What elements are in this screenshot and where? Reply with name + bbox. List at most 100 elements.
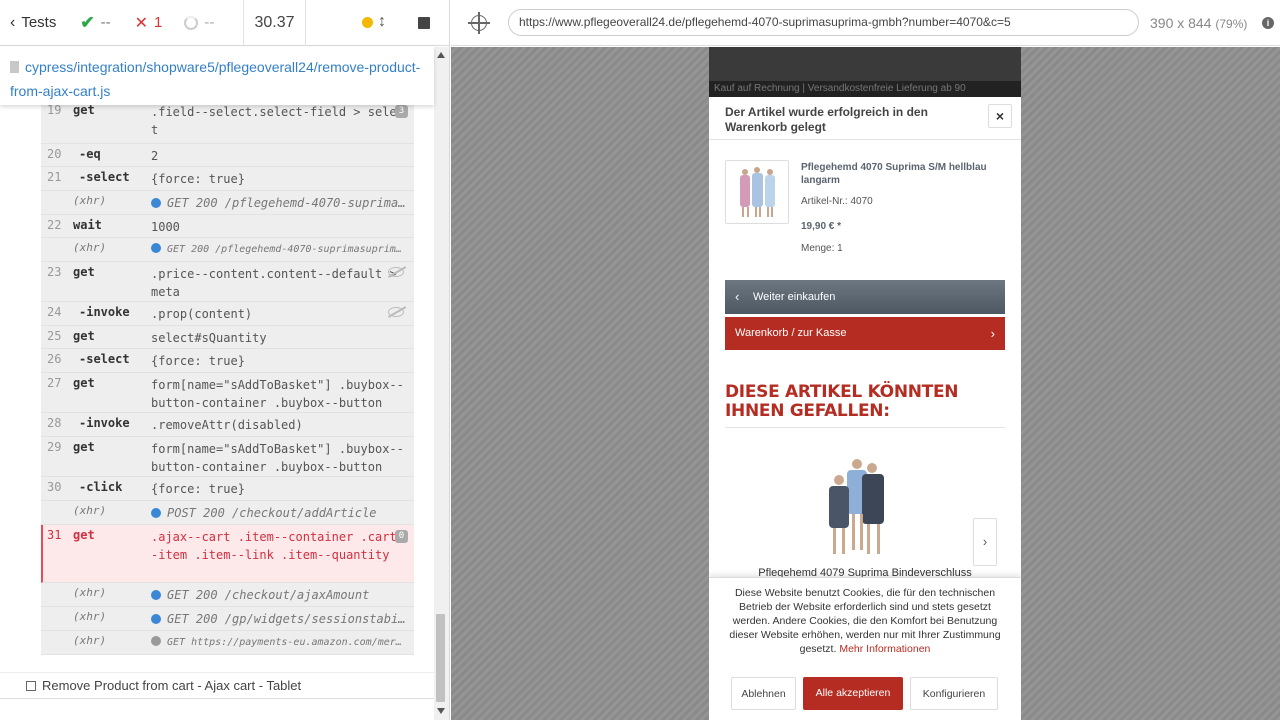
command-message: {force: true} xyxy=(151,354,245,368)
app-frame: Kauf auf Rechnung | Versandkostenfreie L… xyxy=(709,47,1021,720)
pending-circle-icon xyxy=(184,15,199,30)
command-row[interactable]: 26 -select {force: true} xyxy=(41,349,414,373)
command-name: get xyxy=(73,440,95,454)
passed-count: ✔ -- xyxy=(80,12,111,32)
command-message: .price--content.content--default > meta xyxy=(151,267,397,299)
divider xyxy=(725,427,1005,428)
eye-slash-icon xyxy=(388,307,404,317)
tests-label: Tests xyxy=(21,14,57,31)
command-message: GET 200 /checkout/ajaxAmount xyxy=(151,586,406,604)
chevron-right-icon: › xyxy=(990,326,995,341)
command-number: 21 xyxy=(47,170,62,184)
continue-shopping-button[interactable]: ‹ Weiter einkaufen xyxy=(725,280,1005,314)
xhr-url: POST 200 /checkout/addArticle xyxy=(167,506,377,520)
spec-path[interactable]: cypress/integration/shopware5/pflegeover… xyxy=(0,47,434,105)
xhr-command-row[interactable]: (xhr) POST 200 /checkout/addArticle xyxy=(41,501,414,525)
command-list: 19 get .field--select.select-field > selec… xyxy=(41,100,414,655)
command-number: 22 xyxy=(47,218,62,232)
command-message: GET https://payments-eu.amazon.com/merch… xyxy=(151,634,406,652)
command-number: 20 xyxy=(47,147,62,161)
selector-playground-icon[interactable] xyxy=(468,12,490,34)
stats-bar: ‹ Tests ✔ -- ✕ 1 -- 30.37 ↕ xyxy=(0,0,449,46)
command-number: 31 xyxy=(47,528,62,542)
command-row[interactable]: 22 wait 1000 xyxy=(41,215,414,238)
xhr-url: GET 200 /pflegehemd-4070-suprimasuprima-… xyxy=(167,196,406,210)
scroll-up-icon[interactable] xyxy=(437,52,445,58)
command-message: POST 200 /checkout/addArticle xyxy=(151,504,406,522)
go-to-cart-button[interactable]: Warenkorb / zur Kasse › xyxy=(725,317,1005,350)
command-row[interactable]: 28 -invoke .removeAttr(disabled) xyxy=(41,413,414,437)
xhr-command-row[interactable]: (xhr) GET 200 /gp/widgets/sessionstabiliz… xyxy=(41,607,414,631)
command-number: 29 xyxy=(47,440,62,454)
product-thumbnail[interactable] xyxy=(725,160,789,224)
product-price: 19,90 € * xyxy=(801,221,842,232)
command-name: wait xyxy=(73,218,102,232)
xhr-command-row[interactable]: (xhr) GET 200 /pflegehemd-4070-suprimasup… xyxy=(41,238,414,262)
command-row[interactable]: 24 -invoke .prop(content) xyxy=(41,302,414,326)
scroll-down-icon[interactable] xyxy=(437,708,445,714)
command-row[interactable]: 23 get .price--content.content--default > … xyxy=(41,262,414,302)
stop-icon[interactable] xyxy=(418,17,430,29)
command-row[interactable]: 31 get .ajax--cart .item--container .cart-… xyxy=(41,525,414,583)
command-message: .removeAttr(disabled) xyxy=(151,418,303,432)
recommended-product-image[interactable] xyxy=(817,452,907,562)
command-number: 24 xyxy=(47,305,62,319)
command-name: get xyxy=(73,103,95,117)
slider-next-icon[interactable]: › xyxy=(973,518,997,566)
url-bar[interactable]: https://www.pflegeoverall24.de/pflegehem… xyxy=(508,9,1139,36)
failed-count: ✕ 1 xyxy=(134,14,163,32)
command-number: 26 xyxy=(47,352,62,366)
article-number: Artikel-Nr.: 4070 xyxy=(801,196,873,207)
decline-cookies-button[interactable]: Ablehnen xyxy=(731,677,796,710)
command-number: 27 xyxy=(47,376,62,390)
recommendations-title: DIESE ARTIKEL KÖNNTEN IHNEN GEFALLEN: xyxy=(725,382,959,421)
command-name: get xyxy=(73,376,95,390)
aut-header: https://www.pflegeoverall24.de/pflegehem… xyxy=(451,0,1280,46)
command-number: 25 xyxy=(47,329,62,343)
chevron-left-icon: ‹ xyxy=(735,289,740,304)
product-image-icon xyxy=(740,167,775,217)
command-number: 19 xyxy=(47,103,62,117)
auto-scroll-icon[interactable]: ↕ xyxy=(378,13,386,31)
xhr-status-icon xyxy=(151,198,161,208)
scroll-thumb[interactable] xyxy=(436,614,445,702)
command-message: .prop(content) xyxy=(151,307,253,321)
product-quantity: Menge: 1 xyxy=(801,243,843,254)
site-header-bar xyxy=(709,47,1021,81)
command-message: GET 200 /gp/widgets/sessionstabilizer xyxy=(151,610,406,628)
configure-cookies-button[interactable]: Konfigurieren xyxy=(910,677,998,710)
xhr-command-row[interactable]: (xhr) GET https://payments-eu.amazon.com/… xyxy=(41,631,414,655)
command-row[interactable]: 29 get form[name="sAddToBasket"] .buybox--… xyxy=(41,437,414,477)
command-name: (xhr) xyxy=(73,610,107,623)
promo-bar: Kauf auf Rechnung | Versandkostenfreie L… xyxy=(709,81,1021,97)
more-info-link[interactable]: Mehr Informationen xyxy=(839,643,930,655)
command-row[interactable]: 30 -click {force: true} xyxy=(41,477,414,501)
test-title-row[interactable]: Remove Product from cart - Ajax cart - T… xyxy=(0,672,434,698)
cookie-banner: Diese Website benutzt Cookies, die für d… xyxy=(709,577,1021,720)
product-name[interactable]: Pflegehemd 4070 Suprima S/M hellblau lan… xyxy=(801,161,1011,187)
divider xyxy=(709,139,1021,140)
file-icon xyxy=(10,61,19,73)
close-icon[interactable]: × xyxy=(988,104,1012,128)
xhr-command-row[interactable]: (xhr) GET 200 /checkout/ajaxAmount xyxy=(41,583,414,607)
command-message: .field--select.select-field > select xyxy=(151,105,404,137)
command-name: (xhr) xyxy=(73,586,107,599)
command-row[interactable]: 21 -select {force: true} xyxy=(41,167,414,191)
cookie-text: Diese Website benutzt Cookies, die für d… xyxy=(729,587,1001,655)
command-name: -select xyxy=(79,352,130,366)
command-message: form[name="sAddToBasket"] .buybox--butto… xyxy=(151,442,404,474)
horizontal-scrollbar[interactable] xyxy=(0,698,434,720)
chevron-left-icon: ‹ xyxy=(10,13,16,31)
command-row[interactable]: 27 get form[name="sAddToBasket"] .buybox--… xyxy=(41,373,414,413)
info-icon[interactable]: i xyxy=(1262,17,1274,29)
command-message: select#sQuantity xyxy=(151,331,267,345)
tests-button[interactable]: ‹ Tests xyxy=(0,0,66,46)
command-row[interactable]: 19 get .field--select.select-field > selec… xyxy=(41,100,414,144)
command-row[interactable]: 25 get select#sQuantity xyxy=(41,326,414,349)
reporter-scrollbar[interactable] xyxy=(434,47,449,720)
xhr-status-icon xyxy=(151,636,161,646)
command-row[interactable]: 20 -eq 2 xyxy=(41,144,414,167)
command-message: form[name="sAddToBasket"] .buybox--butto… xyxy=(151,378,404,410)
xhr-command-row[interactable]: (xhr) GET 200 /pflegehemd-4070-suprimasup… xyxy=(41,191,414,215)
accept-all-cookies-button[interactable]: Alle akzeptieren xyxy=(803,677,903,710)
